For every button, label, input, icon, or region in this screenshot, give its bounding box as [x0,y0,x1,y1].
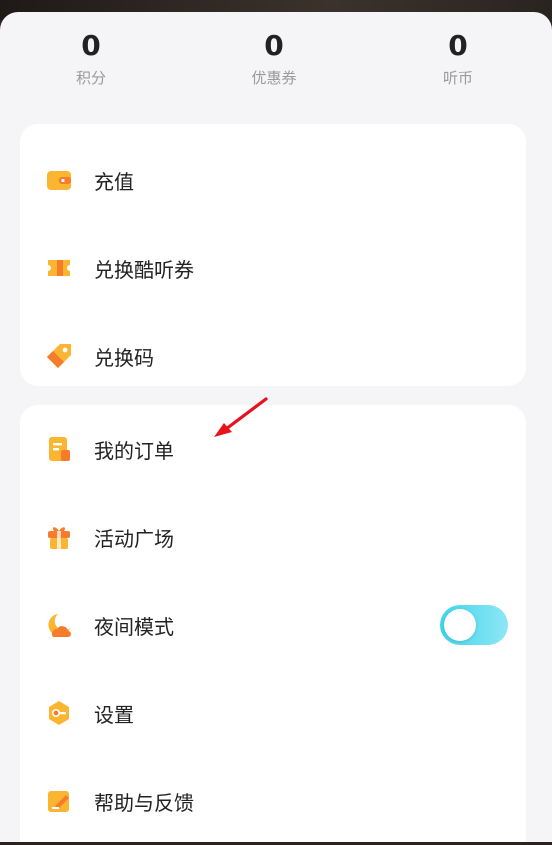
menu-item-label: 充值 [94,169,134,194]
menu-item-label: 活动广场 [94,526,174,551]
stat-label: 优惠券 [251,69,297,87]
menu-item-redeem-code[interactable]: 兑换码 [20,312,526,400]
menu-item-label: 我的订单 [94,438,174,463]
main-menu-card: 我的订单 活动广场 夜间模式 设置 帮助与反馈 [20,405,526,842]
menu-item-my-orders[interactable]: 我的订单 [20,405,526,493]
ticket-icon [44,253,74,283]
menu-item-help-feedback[interactable]: 帮助与反馈 [20,757,526,845]
order-icon [44,434,74,464]
menu-item-settings[interactable]: 设置 [20,669,526,757]
moon-icon [44,610,74,640]
toggle-knob [444,609,476,641]
stats-row: 0 积分 0 优惠券 0 听币 [0,26,552,126]
wallet-menu-card: 充值 兑换酷听券 兑换码 [20,124,526,386]
menu-item-redeem-voucher[interactable]: 兑换酷听券 [20,224,526,312]
menu-item-label: 帮助与反馈 [94,790,194,815]
menu-item-activity-plaza[interactable]: 活动广场 [20,493,526,581]
settings-icon [44,698,74,728]
stat-value: 0 [81,29,101,62]
menu-item-recharge[interactable]: 充值 [20,136,526,224]
annotation-arrow-icon [214,397,268,437]
tag-icon [44,341,74,371]
menu-item-label: 夜间模式 [94,614,174,639]
edit-icon [44,786,74,816]
gift-icon [44,522,74,552]
wallet-icon [44,165,74,195]
stat-coupons[interactable]: 0 优惠券 [219,26,329,90]
menu-item-label: 兑换酷听券 [94,257,194,282]
stat-points[interactable]: 0 积分 [36,26,146,90]
stat-value: 0 [264,29,284,62]
menu-item-label: 设置 [94,702,134,727]
night-mode-toggle[interactable] [440,605,508,645]
stat-coins[interactable]: 0 听币 [403,26,513,90]
menu-item-night-mode[interactable]: 夜间模式 [20,581,526,669]
stat-value: 0 [448,29,468,62]
stat-label: 听币 [442,69,473,87]
stat-label: 积分 [75,69,106,87]
account-sheet: 0 积分 0 优惠券 0 听币 充值 兑换酷听券 兑换码 我的订单 活动广场 夜… [0,12,552,842]
menu-item-label: 兑换码 [94,345,154,370]
